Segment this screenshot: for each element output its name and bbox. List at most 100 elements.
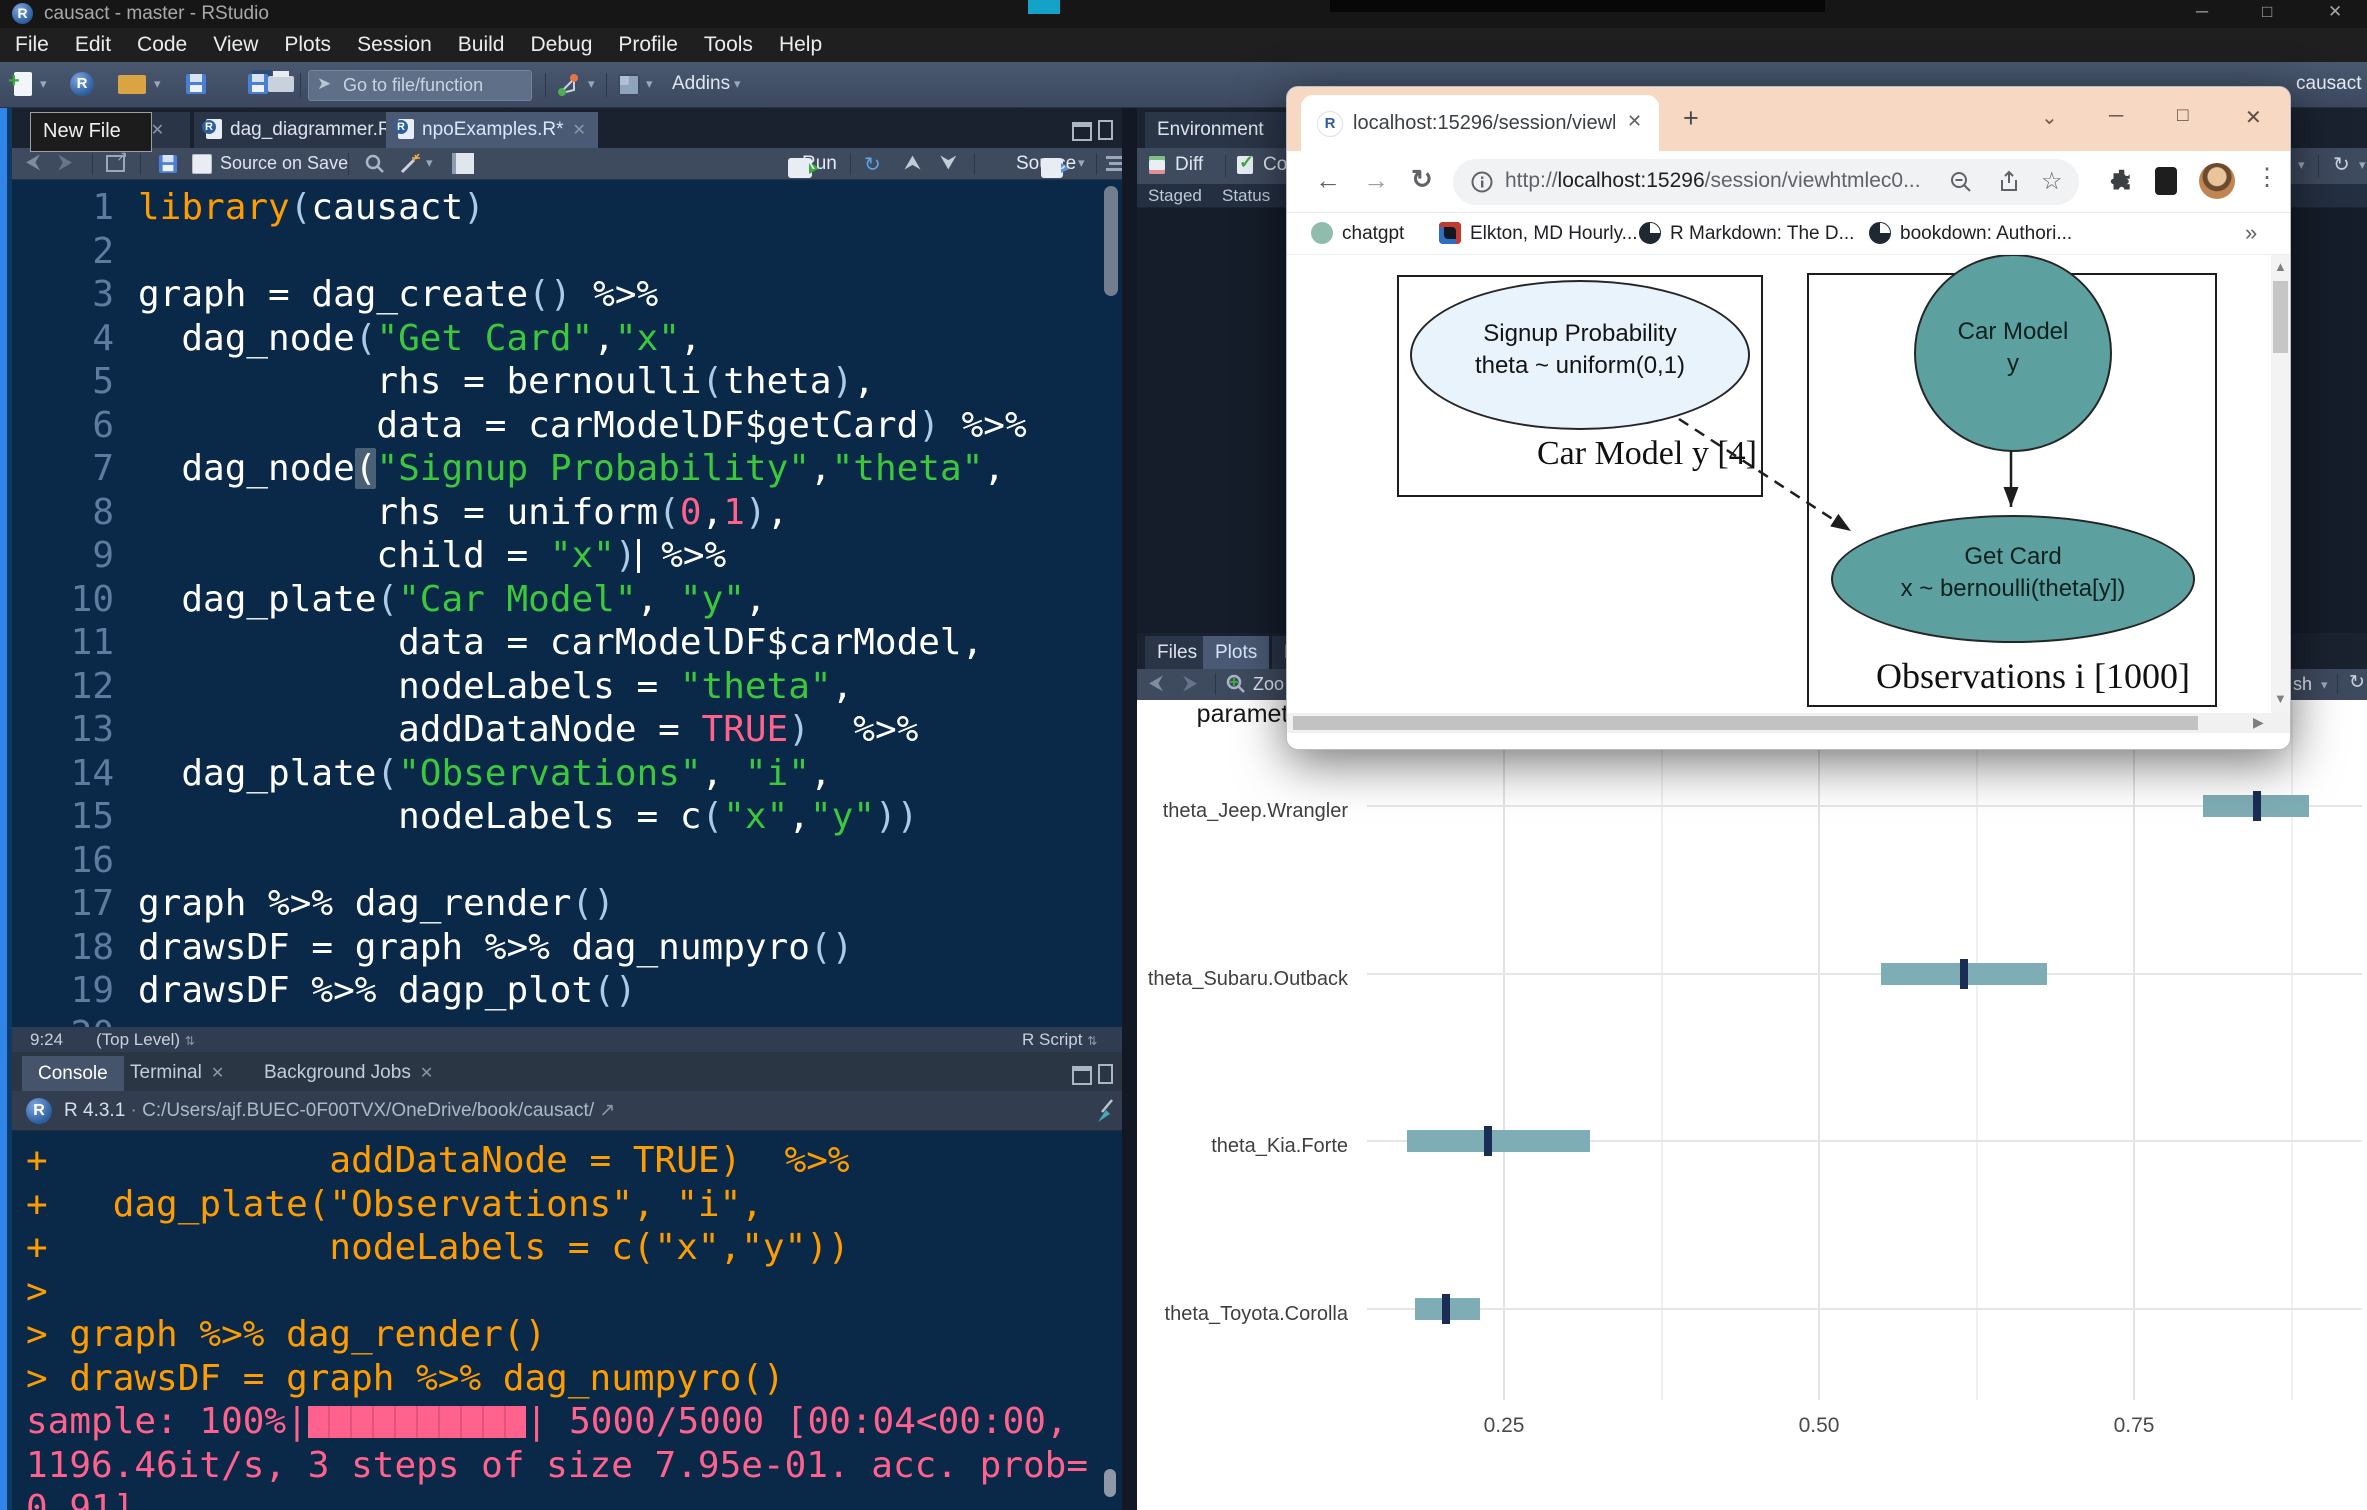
- tab-plots[interactable]: Plots: [1203, 636, 1269, 669]
- open-file-icon[interactable]: [118, 75, 146, 94]
- menu-build[interactable]: Build: [445, 33, 518, 57]
- bookmark-star-icon[interactable]: ☆: [2041, 167, 2063, 196]
- code-line[interactable]: 20: [12, 1013, 1122, 1028]
- pull-dropdown-icon[interactable]: ▾: [2298, 157, 2305, 173]
- back-icon[interactable]: ⮜: [26, 151, 40, 174]
- close-button[interactable]: ✕: [2328, 2, 2342, 22]
- diff-button[interactable]: Diff: [1175, 154, 1203, 176]
- new-tab-icon[interactable]: +: [1683, 103, 1699, 134]
- working-directory[interactable]: C:/Users/ajf.BUEC-0F00TVX/OneDrive/book/…: [142, 1100, 594, 1121]
- addins-dropdown-icon[interactable]: ▾: [734, 76, 741, 92]
- source-label[interactable]: Source: [1016, 153, 1076, 175]
- browser-maximize-icon[interactable]: □: [2177, 105, 2188, 127]
- run-label[interactable]: Run: [802, 153, 837, 175]
- pane-maximize-icon[interactable]: [1098, 120, 1113, 140]
- menu-tools[interactable]: Tools: [691, 33, 766, 57]
- console-scrollbar[interactable]: [1104, 1469, 1116, 1497]
- code-line[interactable]: 17graph %>% dag_render(): [12, 882, 1122, 926]
- browser-active-tab[interactable]: R localhost:15296/session/viewhtm ✕: [1301, 95, 1659, 151]
- plot-back-icon[interactable]: ⮜: [1149, 672, 1163, 695]
- extensions-puzzle-icon[interactable]: [2109, 167, 2137, 195]
- publish-dropdown-icon[interactable]: ▾: [2321, 677, 2328, 693]
- code-line[interactable]: 11 data = carModelDF$carModel,: [12, 621, 1122, 665]
- code-line[interactable]: 15 nodeLabels = c("x","y")): [12, 795, 1122, 839]
- magic-wand-icon[interactable]: [398, 152, 422, 176]
- pane-maximize-icon[interactable]: [1098, 1064, 1113, 1084]
- code-line[interactable]: 2: [12, 230, 1122, 274]
- menu-view[interactable]: View: [200, 33, 271, 57]
- tab-terminal[interactable]: Terminal✕: [130, 1062, 224, 1084]
- share-icon[interactable]: [1997, 170, 2021, 194]
- bookmark-item[interactable]: bookdown: Authori...: [1869, 220, 2072, 248]
- code-line[interactable]: 7 dag_node("Signup Probability","theta",: [12, 447, 1122, 491]
- code-line[interactable]: 16: [12, 839, 1122, 883]
- new-file-dropdown-icon[interactable]: ▾: [40, 76, 47, 92]
- hscroll-thumb[interactable]: [1293, 716, 2198, 730]
- refresh-icon[interactable]: ↻: [2333, 152, 2350, 177]
- editor-scrollbar[interactable]: [1104, 186, 1118, 296]
- panes-grid-icon[interactable]: [618, 74, 640, 96]
- column-staged[interactable]: Staged: [1148, 186, 1202, 206]
- menu-code[interactable]: Code: [124, 33, 200, 57]
- browser-back-icon[interactable]: ←: [1315, 165, 1341, 196]
- compile-notebook-icon[interactable]: [452, 153, 474, 174]
- tab-console[interactable]: Console: [22, 1056, 124, 1091]
- publish-label-fragment[interactable]: sh: [2293, 674, 2312, 695]
- bookmarks-overflow-icon[interactable]: »: [2245, 220, 2257, 246]
- browser-vscrollbar[interactable]: ▲ ▼: [2271, 255, 2290, 713]
- info-icon[interactable]: [1471, 171, 1493, 193]
- source-dropdown-icon[interactable]: ▾: [1078, 155, 1085, 171]
- zoom-out-icon[interactable]: [1949, 170, 1973, 194]
- menu-edit[interactable]: Edit: [62, 33, 124, 57]
- code-line[interactable]: 5 rhs = bernoulli(theta),: [12, 360, 1122, 404]
- new-project-icon[interactable]: R: [70, 72, 94, 96]
- addins-label[interactable]: Addins: [672, 73, 730, 95]
- dag-node-get-card[interactable]: Get Card x ~ bernoulli(theta[y]): [1831, 515, 2195, 643]
- menu-plots[interactable]: Plots: [271, 33, 344, 57]
- pane-minimize-icon[interactable]: [1072, 1066, 1092, 1085]
- menu-session[interactable]: Session: [344, 33, 445, 57]
- code-line[interactable]: 1library(causact): [12, 186, 1122, 230]
- browser-menu-kebab-icon[interactable]: ⋮: [2255, 163, 2279, 192]
- console-output[interactable]: + addDataNode = TRUE) %>%+ dag_plate("Ob…: [12, 1131, 1122, 1510]
- browser-close-icon[interactable]: ✕: [2245, 105, 2262, 130]
- search-icon[interactable]: [364, 153, 386, 175]
- vscroll-thumb[interactable]: [2273, 281, 2288, 353]
- code-line[interactable]: 6 data = carModelDF$getCard) %>%: [12, 404, 1122, 448]
- editor-tab-npoexamples[interactable]: npoExamples.R*✕: [386, 112, 598, 148]
- maximize-button[interactable]: □: [2262, 2, 2272, 22]
- forward-icon[interactable]: ⮞: [58, 151, 72, 174]
- tab-files[interactable]: Files: [1145, 636, 1209, 669]
- panes-dropdown-icon[interactable]: ▾: [646, 76, 653, 92]
- profile-avatar[interactable]: [2199, 163, 2235, 199]
- plot-refresh-icon[interactable]: ↻: [2349, 671, 2365, 694]
- address-bar[interactable]: http://localhost:15296/session/viewhtmle…: [1453, 159, 2079, 205]
- minimize-button[interactable]: ─: [2196, 2, 2208, 22]
- open-directory-icon[interactable]: ↗: [599, 1100, 615, 1121]
- open-file-dropdown-icon[interactable]: ▾: [154, 76, 161, 92]
- save-all-icon[interactable]: [248, 74, 268, 94]
- project-label[interactable]: causact: [2296, 73, 2361, 95]
- up-arrow-icon[interactable]: ⮝: [904, 152, 921, 175]
- print-icon[interactable]: [268, 76, 294, 92]
- code-line[interactable]: 4 dag_node("Get Card","x",: [12, 317, 1122, 361]
- tab-environment[interactable]: Environment: [1145, 112, 1276, 148]
- bookmark-item[interactable]: R Markdown: The D...: [1639, 220, 1854, 248]
- menu-help[interactable]: Help: [766, 33, 835, 57]
- code-line[interactable]: 18drawsDF = graph %>% dag_numpyro(): [12, 926, 1122, 970]
- git-dropdown-icon[interactable]: ▾: [588, 76, 595, 92]
- code-line[interactable]: 8 rhs = uniform(0,1),: [12, 491, 1122, 535]
- plot-forward-icon[interactable]: ⮞: [1183, 672, 1197, 695]
- code-line[interactable]: 12 nodeLabels = "theta",: [12, 665, 1122, 709]
- source-on-save-checkbox[interactable]: [192, 154, 212, 174]
- pane-minimize-icon[interactable]: [1072, 122, 1092, 141]
- commit-button[interactable]: Co: [1263, 154, 1287, 176]
- scope-selector[interactable]: (Top Level) ⇅: [96, 1030, 195, 1050]
- code-line[interactable]: 10 dag_plate("Car Model", "y",: [12, 578, 1122, 622]
- code-line[interactable]: 3graph = dag_create() %>%: [12, 273, 1122, 317]
- column-status[interactable]: Status: [1222, 186, 1270, 206]
- code-line[interactable]: 9 child = "x") %>%: [12, 534, 1122, 578]
- browser-forward-icon[interactable]: →: [1363, 165, 1389, 196]
- code-line[interactable]: 19drawsDF %>% dagp_plot(): [12, 969, 1122, 1013]
- pane-divider[interactable]: [1122, 108, 1137, 1510]
